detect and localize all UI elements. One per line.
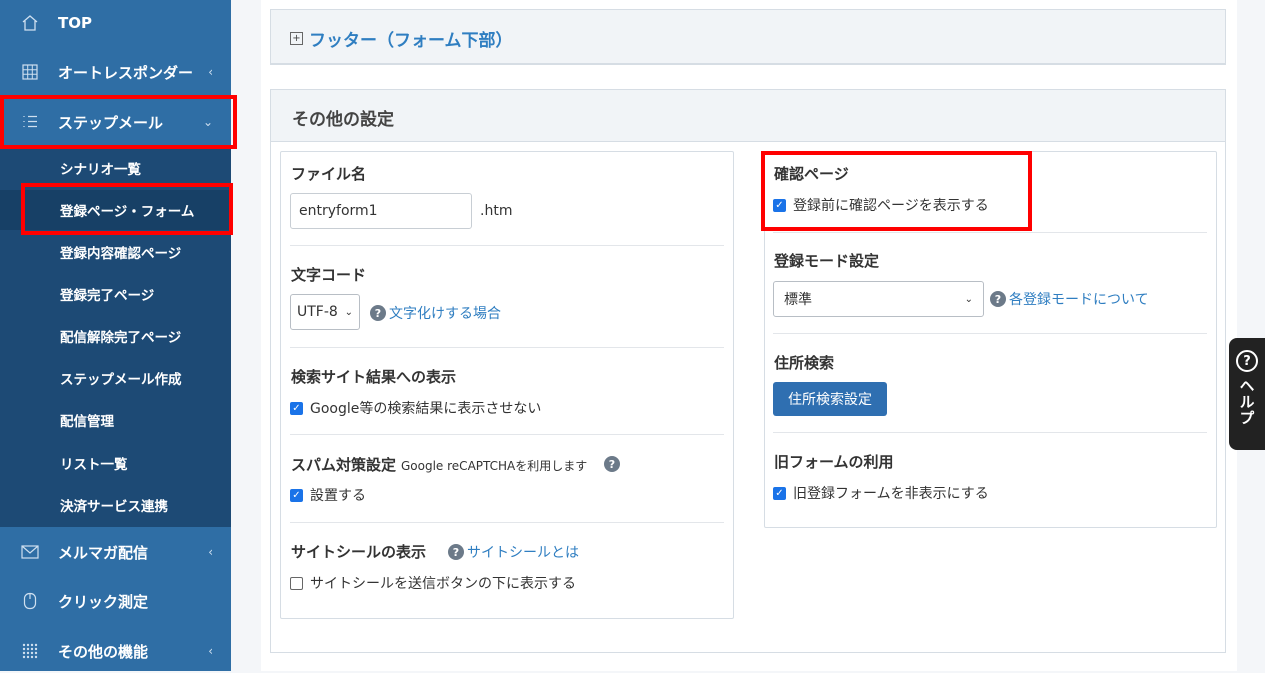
footer-panel-title: フッター（フォーム下部） (309, 31, 513, 51)
divider (290, 522, 724, 523)
mode-selected: 標準 (784, 292, 812, 308)
mouse-icon (20, 591, 40, 611)
check-icon: ✓ (773, 486, 786, 500)
address-settings-button[interactable]: 住所検索設定 (773, 382, 887, 416)
submenu-payment[interactable]: 決済サービス連携 (0, 485, 231, 525)
divider (290, 245, 724, 246)
mode-help-text: 各登録モードについて (1009, 292, 1149, 308)
spam-label: スパム対策設定 (291, 456, 397, 474)
page-background (1237, 0, 1265, 671)
submenu-delivery-management[interactable]: 配信管理 (0, 400, 231, 440)
spam-checkbox[interactable]: ✓ 設置する (290, 485, 366, 505)
mail-icon (20, 542, 40, 562)
submenu-confirm-page[interactable]: 登録内容確認ページ (0, 232, 231, 272)
question-icon: ? (1236, 350, 1258, 372)
divider (773, 232, 1207, 233)
submenu-label: シナリオ一覧 (60, 162, 141, 178)
highlight-registration-form (21, 183, 233, 235)
spam-checkbox-label: 設置する (310, 488, 366, 504)
nav-autoresponder[interactable]: オートレスポンダー ‹ (0, 50, 231, 94)
site-seal-help-link[interactable]: ? サイトシールとは (448, 542, 579, 562)
charset-selected: UTF-8 (297, 304, 338, 320)
search-checkbox[interactable]: ✓ Google等の検索結果に表示させない (290, 398, 541, 418)
old-form-label: 旧フォームの利用 (774, 453, 894, 471)
footer-panel: + フッター（フォーム下部） (270, 9, 1226, 65)
charset-help-text: 文字化けする場合 (389, 306, 501, 322)
divider (290, 347, 724, 348)
old-form-checkbox[interactable]: ✓ 旧登録フォームを非表示にする (773, 483, 989, 503)
footer-toggle[interactable]: + フッター（フォーム下部） (290, 26, 513, 51)
question-icon: ? (448, 544, 464, 560)
site-seal-label: サイトシールの表示 (291, 543, 427, 561)
mode-help-link[interactable]: ? 各登録モードについて (990, 289, 1149, 309)
mode-select[interactable]: 標準 ⌄ (773, 281, 984, 317)
nav-label: クリック測定 (58, 592, 149, 611)
grid-icon (20, 62, 40, 82)
question-icon: ? (370, 305, 386, 321)
charset-label: 文字コード (291, 266, 367, 284)
select-arrow-icon: ⌄ (964, 293, 973, 305)
nav-label: メルマガ配信 (58, 543, 149, 562)
submenu-label: ステップメール作成 (60, 372, 182, 388)
settings-panel-header: その他の設定 (271, 90, 1225, 142)
search-checkbox-label: Google等の検索結果に表示させない (310, 401, 542, 417)
charset-select[interactable]: UTF-8 ⌄ (290, 294, 360, 330)
submenu-unsubscribe-page[interactable]: 配信解除完了ページ (0, 316, 231, 356)
site-seal-help-text: サイトシールとは (467, 545, 579, 561)
site-seal-checkbox[interactable]: サイトシールを送信ボタンの下に表示する (290, 573, 576, 593)
check-icon: ✓ (290, 488, 303, 502)
help-tab[interactable]: ? ヘルプ (1229, 338, 1265, 450)
mode-label: 登録モード設定 (774, 252, 880, 270)
file-extension: .htm (480, 203, 513, 219)
help-tab-label: ヘルプ (1237, 378, 1256, 426)
submenu-label: リスト一覧 (60, 457, 128, 473)
submenu-label: 登録内容確認ページ (60, 246, 182, 262)
site-seal-checkbox-label: サイトシールを送信ボタンの下に表示する (310, 576, 576, 592)
nav-label: その他の機能 (58, 642, 149, 661)
divider (773, 333, 1207, 334)
nav-click-tracking[interactable]: クリック測定 (0, 579, 231, 623)
select-arrow-icon: ⌄ (344, 306, 353, 318)
file-name-input[interactable]: entryform1 (290, 193, 472, 229)
question-icon[interactable]: ? (604, 456, 620, 472)
nav-magazine[interactable]: メルマガ配信 ‹ (0, 530, 231, 574)
submenu-scenario-list[interactable]: シナリオ一覧 (0, 148, 231, 188)
nav-top[interactable]: TOP (0, 1, 231, 45)
highlight-confirm-page (761, 151, 1032, 231)
nav-label: オートレスポンダー (58, 63, 194, 82)
submenu-complete-page[interactable]: 登録完了ページ (0, 274, 231, 314)
home-icon (20, 13, 40, 33)
file-name-label: ファイル名 (291, 165, 367, 183)
submenu-label: 配信解除完了ページ (60, 330, 182, 346)
nav-label: TOP (58, 14, 92, 32)
nav-other-features[interactable]: その他の機能 ‹ (0, 629, 231, 673)
question-icon: ? (990, 291, 1006, 307)
submenu-label: 配信管理 (60, 414, 114, 430)
search-label: 検索サイト結果への表示 (291, 368, 457, 386)
old-form-checkbox-label: 旧登録フォームを非表示にする (793, 486, 989, 502)
submenu-label: 登録完了ページ (60, 288, 155, 304)
checkbox-empty-icon (290, 576, 303, 590)
submenu-label: 決済サービス連携 (60, 499, 168, 515)
chevron-left-icon: ‹ (208, 545, 213, 559)
charset-help-link[interactable]: ? 文字化けする場合 (370, 303, 501, 323)
dots-grid-icon (20, 641, 40, 661)
address-label: 住所検索 (774, 354, 835, 372)
spam-note: Google reCAPTCHAを利用します (401, 459, 588, 473)
divider (773, 432, 1207, 433)
submenu-list[interactable]: リスト一覧 (0, 443, 231, 483)
expand-icon: + (290, 32, 303, 45)
check-icon: ✓ (290, 401, 303, 415)
settings-panel-title: その他の設定 (292, 110, 394, 130)
chevron-left-icon: ‹ (208, 644, 213, 658)
submenu-create-stepmail[interactable]: ステップメール作成 (0, 358, 231, 398)
divider (290, 434, 724, 435)
chevron-left-icon: ‹ (208, 65, 213, 79)
highlight-stepmail (0, 95, 237, 149)
